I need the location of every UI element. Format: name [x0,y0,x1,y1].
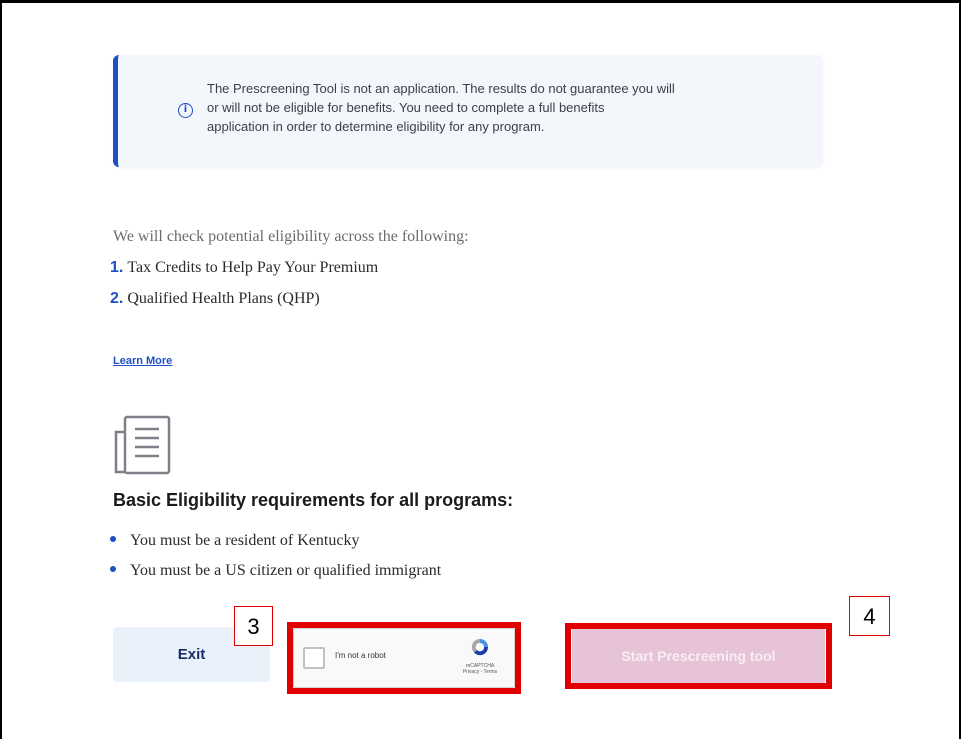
notice-line: application in order to determine eligib… [207,119,545,134]
recaptcha-widget: I'm not a robot reCAPTCHA Privacy - Term… [293,628,515,688]
bullet-dot [110,536,116,543]
info-circle-icon: i [178,103,193,118]
requirements-title: Basic Eligibility requirements for all p… [113,490,514,510]
notice-line: or will not be eligible for benefits. Yo… [207,100,605,115]
bullet-dot [110,566,116,573]
requirement-text: You must be a resident of Kentucky [130,532,360,549]
program-number: 2. [110,290,124,307]
eligibility-intro: We will check potential eligibility acro… [113,228,469,245]
notice-line: The Prescreening Tool is not an applicat… [207,81,675,96]
recaptcha-brand: reCAPTCHA Privacy - Terms [452,663,508,675]
program-number: 1. [110,259,124,276]
notice-text: The Prescreening Tool is not an applicat… [207,79,807,136]
start-prescreening-button[interactable]: Start Prescreening tool [572,629,825,683]
requirement-item: You must be a resident of Kentucky [110,532,359,550]
learn-more-link[interactable]: Learn More [113,355,172,367]
recaptcha-label: I'm not a robot [335,651,386,660]
annotation-marker-4: 4 [849,596,890,636]
annotation-marker-3: 3 [234,606,273,646]
requirement-item: You must be a US citizen or qualified im… [110,562,441,580]
program-item: 2. Qualified Health Plans (QHP) [110,290,320,308]
program-label: Qualified Health Plans (QHP) [127,290,320,307]
recaptcha-checkbox[interactable] [303,647,325,669]
program-label: Tax Credits to Help Pay Your Premium [127,259,379,276]
recaptcha-logo-icon [471,638,489,656]
program-item: 1. Tax Credits to Help Pay Your Premium [110,259,378,277]
recaptcha-links[interactable]: Privacy - Terms [452,669,508,675]
requirement-text: You must be a US citizen or qualified im… [130,562,442,579]
document-icon [114,415,171,475]
